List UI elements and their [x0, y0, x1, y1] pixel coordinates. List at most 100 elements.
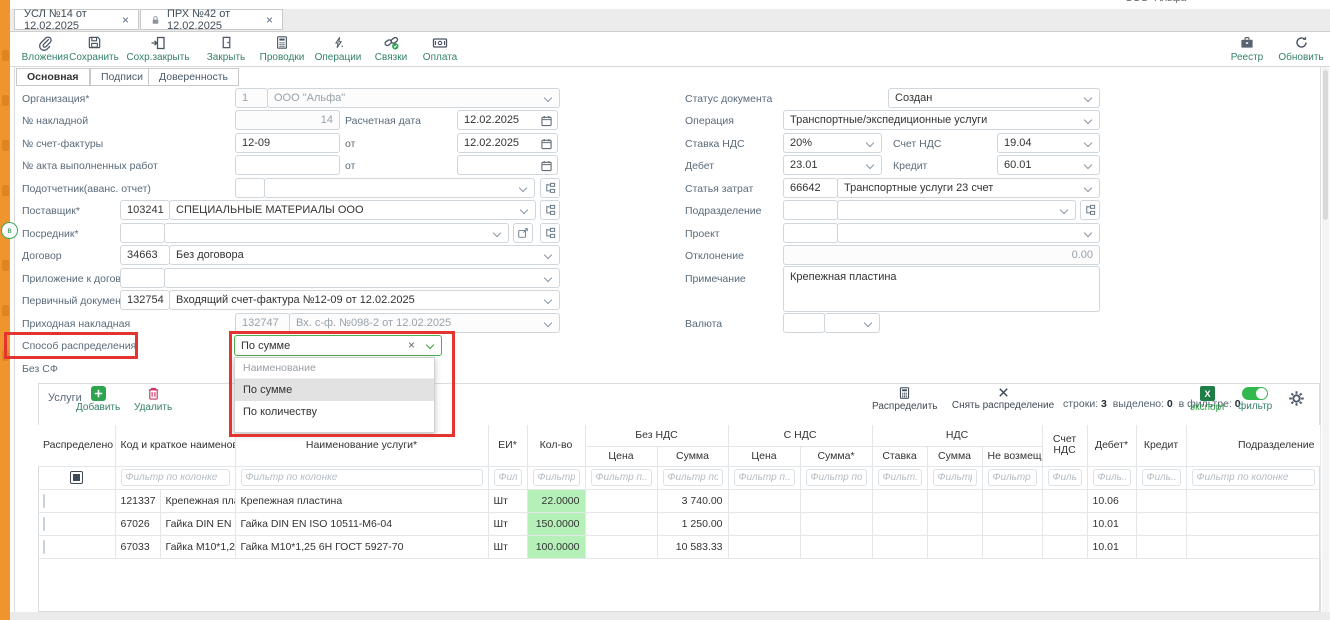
- sf-date-field[interactable]: 12.02.2025: [457, 133, 558, 153]
- chevron-down-icon[interactable]: [864, 319, 872, 327]
- incoming-name-field[interactable]: Вх. с-ф. №098-2 от 12.02.2025: [289, 313, 560, 333]
- cost-item-name-field[interactable]: Транспортные услуги 23 счет: [837, 178, 1100, 198]
- save-button[interactable]: Сохранить: [70, 34, 118, 63]
- tab-usl-document[interactable]: УСЛ №14 от 12.02.2025 ×: [14, 9, 139, 30]
- chevron-down-icon[interactable]: [1084, 116, 1092, 124]
- close-icon[interactable]: ×: [122, 15, 129, 25]
- sidebar-icon[interactable]: [2, 305, 9, 316]
- annex-code-field[interactable]: [120, 268, 165, 288]
- chevron-down-icon[interactable]: [1084, 94, 1092, 102]
- tab-power-of-attorney[interactable]: Доверенность: [148, 68, 239, 86]
- row-checkbox[interactable]: [43, 494, 45, 508]
- refresh-button[interactable]: Обновить: [1274, 34, 1328, 63]
- status-field[interactable]: Создан: [888, 88, 1100, 108]
- currency-code-field[interactable]: [783, 313, 825, 333]
- sidebar-icon[interactable]: [2, 50, 9, 61]
- filter-sum1-input[interactable]: [663, 469, 723, 486]
- credit-field[interactable]: 60.01: [997, 155, 1100, 175]
- department-tree-button[interactable]: [1080, 200, 1100, 220]
- supplier-name-field[interactable]: СПЕЦИАЛЬНЫЕ МАТЕРИАЛЫ ООО: [169, 200, 536, 220]
- attachments-button[interactable]: Вложения: [20, 34, 70, 63]
- department-code-field[interactable]: [783, 200, 838, 220]
- chevron-down-icon[interactable]: [544, 274, 552, 282]
- intermediary-tree-button[interactable]: [540, 223, 560, 243]
- filter-price1-input[interactable]: [591, 469, 652, 486]
- table-row[interactable]: 121337 Крепежная пластина Крепежная плас…: [38, 489, 1320, 512]
- primary-doc-name-field[interactable]: Входящий счет-фактура №12-09 от 12.02.20…: [169, 290, 560, 310]
- payment-button[interactable]: Оплата: [416, 34, 464, 63]
- select-all-checkbox[interactable]: [70, 471, 83, 484]
- delete-row-button[interactable]: Удалить: [134, 386, 172, 413]
- chevron-down-icon[interactable]: [520, 206, 528, 214]
- org-code-field[interactable]: 1: [235, 88, 268, 108]
- accountable-code-field[interactable]: [235, 178, 265, 198]
- act-date-field[interactable]: [457, 155, 558, 175]
- filter-department-input[interactable]: [1192, 469, 1315, 486]
- chevron-down-icon[interactable]: [493, 229, 501, 237]
- links-button[interactable]: Связки: [366, 34, 416, 63]
- debit-field[interactable]: 23.01: [783, 155, 882, 175]
- invoice-no-field[interactable]: 14: [235, 110, 340, 130]
- chevron-down-icon[interactable]: [544, 319, 552, 327]
- chevron-down-icon[interactable]: [544, 296, 552, 304]
- chevron-down-icon[interactable]: [866, 139, 874, 147]
- close-icon[interactable]: ×: [266, 15, 273, 25]
- tab-main[interactable]: Основная: [16, 68, 90, 86]
- department-name-field[interactable]: [837, 200, 1076, 220]
- toggle-on-icon[interactable]: [1242, 387, 1268, 400]
- filter-vat-account-input[interactable]: [1048, 469, 1082, 486]
- sf-no-field[interactable]: 12-09: [235, 133, 340, 153]
- accountable-tree-button[interactable]: [540, 178, 560, 198]
- org-name-field[interactable]: ООО "Альфа": [267, 88, 560, 108]
- vat-account-field[interactable]: 19.04: [997, 133, 1100, 153]
- distribute-button[interactable]: Распределить: [872, 386, 938, 412]
- accountable-name-field[interactable]: [264, 178, 535, 198]
- cost-item-code-field[interactable]: 66642: [783, 178, 838, 198]
- chevron-down-icon[interactable]: [1084, 229, 1092, 237]
- add-row-button[interactable]: Добавить: [76, 386, 120, 413]
- contract-code-field[interactable]: 34663: [120, 245, 170, 265]
- scrollbar-thumb[interactable]: [1323, 70, 1328, 220]
- chevron-down-icon[interactable]: [1084, 184, 1092, 192]
- tab-signatures[interactable]: Подписи: [90, 68, 154, 86]
- incoming-code-field[interactable]: 132747: [235, 313, 290, 333]
- chevron-down-icon[interactable]: [519, 184, 527, 192]
- calc-date-field[interactable]: 12.02.2025: [457, 110, 558, 130]
- filter-price2-input[interactable]: [734, 469, 795, 486]
- intermediary-open-button[interactable]: [513, 223, 533, 243]
- sidebar-icon[interactable]: [2, 140, 9, 151]
- filter-debit-input[interactable]: [1093, 469, 1131, 486]
- grid-settings-button[interactable]: [1288, 390, 1305, 407]
- project-name-field[interactable]: [837, 223, 1100, 243]
- registry-button[interactable]: Реестр: [1222, 34, 1272, 63]
- vat-rate-field[interactable]: 20%: [783, 133, 882, 153]
- filter-qty-input[interactable]: [533, 469, 580, 486]
- deviation-field[interactable]: 0.00: [783, 245, 1100, 265]
- operation-field[interactable]: Транспортные/экспедиционные услуги: [783, 110, 1100, 130]
- intermediary-code-field[interactable]: [120, 223, 165, 243]
- calendar-icon[interactable]: [541, 115, 552, 127]
- filter-credit-input[interactable]: [1142, 469, 1181, 486]
- chevron-down-icon[interactable]: [1084, 161, 1092, 169]
- currency-name-field[interactable]: [824, 313, 880, 333]
- contract-name-field[interactable]: Без договора: [169, 245, 560, 265]
- row-checkbox[interactable]: [43, 540, 45, 554]
- filter-toggle[interactable]: фильтр: [1238, 387, 1272, 412]
- intermediary-name-field[interactable]: [164, 223, 509, 243]
- supplier-code-field[interactable]: 103241: [120, 200, 170, 220]
- filter-unit-input[interactable]: [494, 469, 522, 486]
- row-checkbox[interactable]: [43, 517, 45, 531]
- chevron-down-icon[interactable]: [544, 94, 552, 102]
- calendar-icon[interactable]: [541, 138, 552, 150]
- project-code-field[interactable]: [783, 223, 838, 243]
- save-close-button[interactable]: Сохр.закрыть: [120, 34, 196, 63]
- chevron-down-icon[interactable]: [866, 161, 874, 169]
- filter-rate-input[interactable]: [878, 469, 922, 486]
- primary-doc-code-field[interactable]: 132754: [120, 290, 170, 310]
- sidebar-icon[interactable]: [2, 185, 9, 196]
- note-textarea[interactable]: Крепежная пластина: [783, 266, 1100, 312]
- sidebar-icon[interactable]: [2, 95, 9, 106]
- filter-name-input[interactable]: [241, 469, 483, 486]
- filter-sum3-input[interactable]: [933, 469, 977, 486]
- supplier-tree-button[interactable]: [540, 200, 560, 220]
